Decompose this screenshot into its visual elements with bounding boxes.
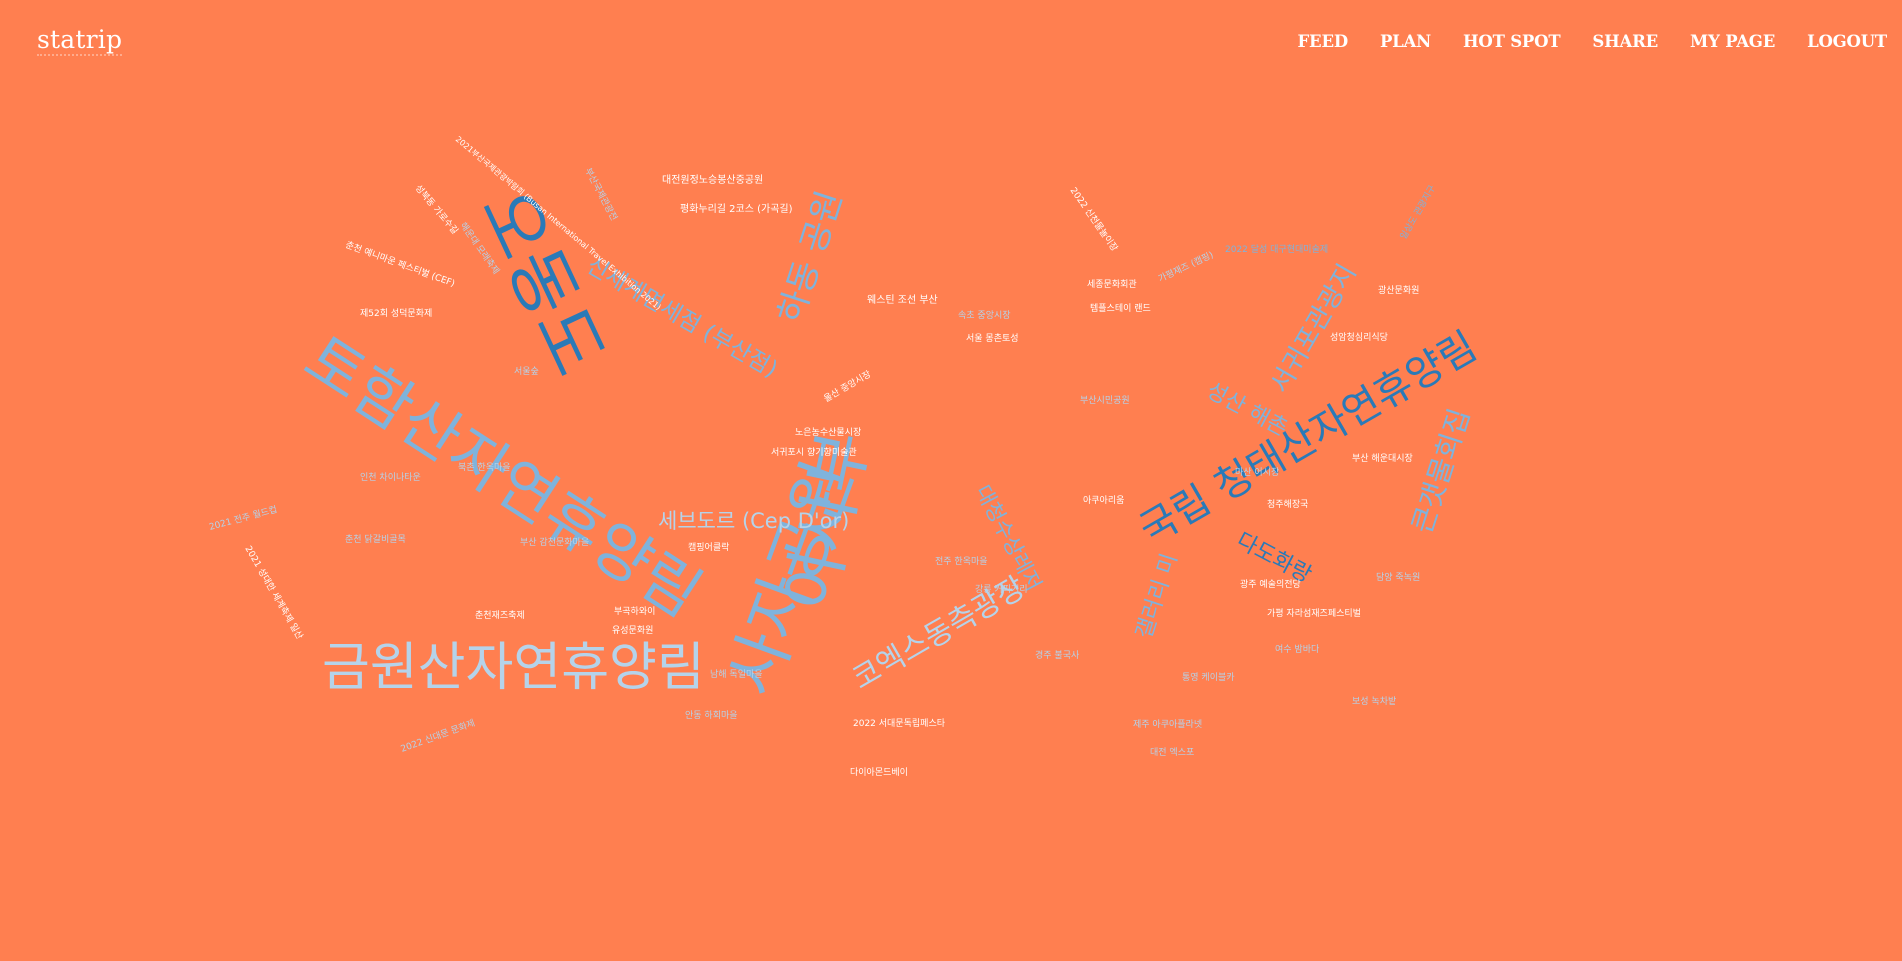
cloud-word[interactable]: 통영 케이블카 — [1182, 672, 1235, 683]
cloud-word[interactable]: 가평재즈 (캠핑) — [1156, 249, 1215, 285]
cloud-word[interactable]: 광주 예술의전당 — [1240, 578, 1301, 590]
cloud-word[interactable]: 다이아몬드베이 — [850, 767, 908, 778]
cloud-word[interactable]: 웨스틴 조선 부산 — [867, 294, 938, 306]
cloud-word[interactable]: 북촌 한옥마을 — [458, 462, 511, 473]
cloud-word[interactable]: 평화누리길 2코스 (가곡길) — [680, 202, 793, 215]
cloud-word[interactable]: 대전원정노승봉산중공원 — [662, 174, 763, 186]
cloud-word[interactable]: 강릉 커피거리 — [975, 584, 1028, 595]
cloud-word[interactable]: 춘천 예니마운 페스티벌 (CEF) — [344, 239, 456, 289]
cloud-word[interactable]: 세브도르 (Cep D'or) — [658, 509, 849, 533]
cloud-word[interactable]: 담양 죽녹원 — [1376, 571, 1420, 583]
cloud-word[interactable]: 속초 중앙시장 — [958, 309, 1011, 321]
cloud-word[interactable]: 서귀포관광지 — [1265, 259, 1363, 398]
cloud-word[interactable]: 성암청심리식당 — [1330, 331, 1388, 343]
cloud-word[interactable]: 제52회 성덕문화제 — [360, 308, 432, 319]
cloud-word[interactable]: 춘천재즈축제 — [475, 610, 525, 621]
cloud-word[interactable]: 서귀포시 향기향미술관 — [771, 446, 857, 458]
cloud-word[interactable]: 노은농수산물시장 — [795, 427, 861, 438]
word-cloud: 토함산자연휴양림 오동도 금원산자연휴양림 이사부 사자공원 국립 청태산자연휴… — [208, 134, 1485, 778]
cloud-word[interactable]: 금원산자연휴양림 — [322, 638, 705, 698]
cloud-word[interactable]: 부산국제관광전 — [582, 166, 620, 223]
cloud-word[interactable]: 2022 신대문 문화제 — [399, 718, 476, 755]
cloud-word[interactable]: 광산문화원 — [1378, 284, 1419, 296]
cloud-word[interactable]: 대전 엑스포 — [1150, 746, 1194, 758]
cloud-word[interactable]: 2022 서대문독립페스타 — [853, 718, 946, 729]
cloud-word[interactable]: 2021 전주 월드컵 — [208, 503, 279, 533]
cloud-word[interactable]: 갤러리 미 — [1132, 550, 1183, 641]
cloud-word[interactable]: 전주 한옥마을 — [935, 556, 988, 567]
cloud-word[interactable]: 춘천 닭갈비골목 — [345, 533, 406, 545]
cloud-word[interactable]: 일상도 관광지구 — [1397, 183, 1438, 242]
cloud-word[interactable]: 큰갯물회집 — [1405, 404, 1476, 537]
cloud-word[interactable]: 보성 녹차밭 — [1352, 695, 1396, 707]
cloud-word[interactable]: 아쿠아리움 — [1083, 495, 1124, 506]
cloud-word[interactable]: 2022 신천물놀이장 — [1068, 185, 1120, 253]
cloud-word[interactable]: 토함산자연휴양림 — [292, 321, 714, 631]
cloud-word[interactable]: 울산 중앙시장 — [822, 368, 874, 405]
cloud-word[interactable]: 부산 해운대시장 — [1352, 453, 1413, 464]
cloud-word[interactable]: 청주해장국 — [1267, 499, 1308, 510]
cloud-word[interactable]: 성북동 가로수길 — [413, 183, 461, 237]
cloud-word[interactable]: 마산 어시장 — [1235, 467, 1279, 478]
cloud-word[interactable]: 안동 하회마을 — [685, 710, 738, 721]
cloud-word[interactable]: 남해 독일마을 — [710, 669, 763, 680]
cloud-word[interactable]: 부산시민공원 — [1080, 395, 1130, 406]
cloud-word[interactable]: 유성문화원 — [612, 625, 653, 636]
cloud-word[interactable]: 캠핑어클락 — [688, 541, 729, 553]
cloud-word[interactable]: 2022 달성 대구현대미술제 — [1225, 243, 1328, 255]
cloud-word[interactable]: 제주 아쿠아플라넷 — [1133, 719, 1202, 730]
cloud-word[interactable]: 서울 몽촌토성 — [966, 333, 1019, 344]
cloud-word[interactable]: 경주 불국사 — [1035, 649, 1080, 661]
cloud-word[interactable]: 템플스테이 랜드 — [1090, 302, 1151, 314]
cloud-word[interactable]: 여수 밤바다 — [1275, 643, 1320, 655]
cloud-word[interactable]: 가평 자라섬재즈페스티벌 — [1267, 608, 1361, 619]
cloud-word[interactable]: 서울숲 — [514, 366, 539, 377]
cloud-word[interactable]: 부곡하와이 — [614, 605, 655, 617]
cloud-word[interactable]: 부산 감천문화마을 — [520, 536, 589, 548]
cloud-word[interactable]: 세종문화회관 — [1087, 279, 1137, 290]
cloud-word[interactable]: 인천 차이나타운 — [360, 471, 421, 483]
cloud-word[interactable]: 2021 성대한 세계축제 일산 — [242, 544, 305, 642]
